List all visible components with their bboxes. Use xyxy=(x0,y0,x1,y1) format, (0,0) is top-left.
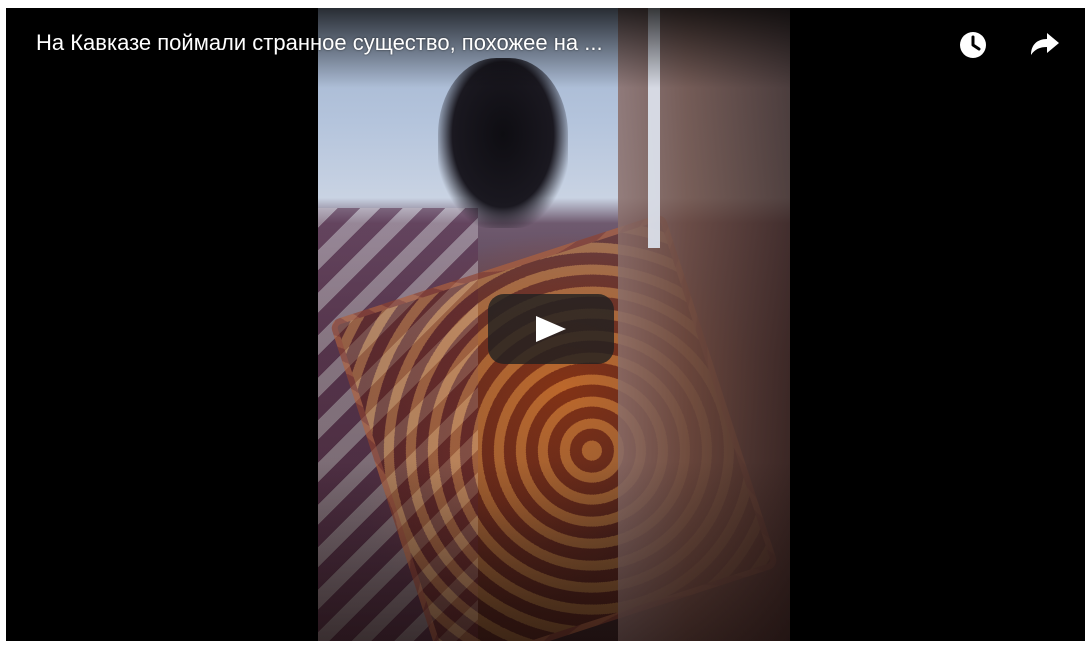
clock-icon xyxy=(960,32,986,58)
watch-later-button[interactable] xyxy=(956,28,990,62)
video-title[interactable]: На Кавказе поймали странное существо, по… xyxy=(36,30,936,56)
share-arrow-icon xyxy=(1031,33,1059,55)
play-icon xyxy=(536,316,566,342)
bottom-shade xyxy=(318,461,790,641)
play-button[interactable] xyxy=(488,294,614,364)
video-player[interactable]: На Кавказе поймали странное существо, по… xyxy=(6,8,1085,641)
share-button[interactable] xyxy=(1028,28,1062,62)
video-embed[interactable]: На Кавказе поймали странное существо, по… xyxy=(6,8,1085,641)
